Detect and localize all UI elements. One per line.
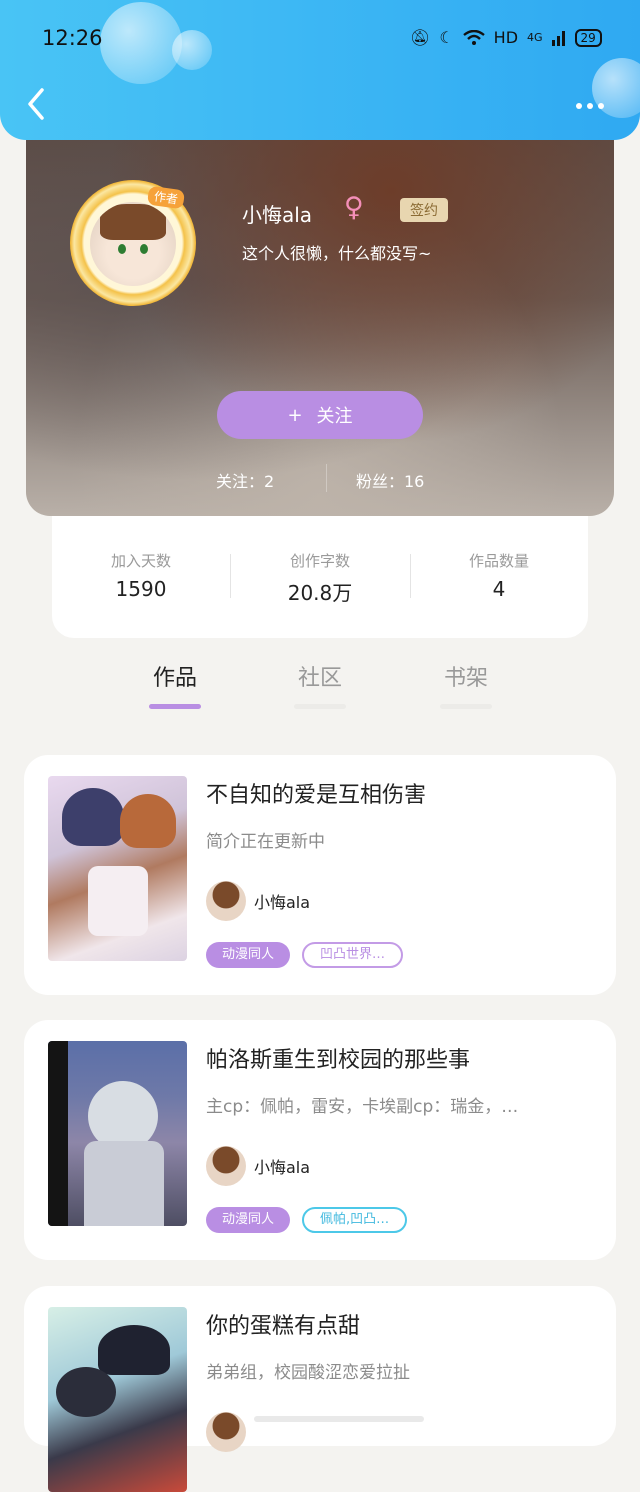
decor-bubble <box>172 30 212 70</box>
work-card[interactable]: 你的蛋糕有点甜 弟弟组，校园酸涩恋爱拉扯 <box>24 1286 616 1492</box>
tag-list: 动漫同人 凹凸世界… <box>206 942 404 968</box>
decor-bubble <box>100 2 182 84</box>
tag-keyword[interactable]: 凹凸世界… <box>302 942 404 968</box>
follow-label: 关注 <box>316 406 353 427</box>
tab-label: 书架 <box>443 666 488 691</box>
loading-placeholder <box>254 1416 424 1422</box>
username: 小悔ala <box>242 203 313 227</box>
avatar <box>206 1146 246 1186</box>
back-button[interactable] <box>22 84 54 124</box>
plus-icon: + <box>287 404 303 426</box>
tab-label: 社区 <box>297 666 342 691</box>
tag-list: 动漫同人 佩帕,凹凸… <box>206 1207 408 1233</box>
author-name: 小悔ala <box>254 893 311 912</box>
work-title: 帕洛斯重生到校园的那些事 <box>206 1048 471 1073</box>
work-cover-image <box>48 1307 187 1492</box>
work-author[interactable]: 小悔ala <box>206 1146 310 1186</box>
avatar-illustration <box>90 202 176 286</box>
tab-label: 作品 <box>152 666 197 691</box>
tag-keyword[interactable]: 佩帕,凹凸… <box>302 1207 408 1233</box>
avatar <box>206 1412 246 1452</box>
tab-works[interactable]: 作品 <box>125 660 225 709</box>
more-dots-icon <box>576 103 582 109</box>
moon-icon: ☾ <box>439 28 454 47</box>
top-header: 12:26 🔕︎ ☾ HD 4G 29 <box>0 0 640 140</box>
stat-value: 4 <box>492 577 506 601</box>
stat-join-days: 加入天数 1590 <box>52 550 230 601</box>
status-time: 12:26 <box>42 26 103 50</box>
stat-word-count: 创作字数 20.8万 <box>231 550 409 606</box>
stat-label: 加入天数 <box>110 552 171 570</box>
stat-work-count: 作品数量 4 <box>410 550 588 601</box>
bio-text: 这个人很懒，什么都没写~ <box>242 244 432 263</box>
tab-indicator <box>149 704 201 709</box>
network-hd: HD <box>493 28 519 47</box>
divider <box>326 464 327 492</box>
signal-label: 4G <box>527 31 543 44</box>
mute-bell-icon: 🔕︎ <box>410 28 431 47</box>
work-description: 弟弟组，校园酸涩恋爱拉扯 <box>206 1363 410 1383</box>
tab-indicator <box>440 704 492 709</box>
fans-count[interactable]: 粉丝：16 <box>356 468 424 492</box>
stat-label: 创作字数 <box>289 552 350 570</box>
tag-category[interactable]: 动漫同人 <box>206 1207 291 1233</box>
work-title: 你的蛋糕有点甜 <box>206 1314 361 1339</box>
tab-bookshelf[interactable]: 书架 <box>416 660 516 709</box>
chevron-left-icon <box>28 88 44 120</box>
author-avatar[interactable]: 作者 <box>70 180 196 306</box>
signed-badge: 签约 <box>400 198 448 222</box>
female-gender-icon: ♀ <box>344 192 364 223</box>
work-cover-image <box>48 1041 187 1226</box>
stat-value: 1590 <box>115 577 167 601</box>
following-count[interactable]: 关注：2 <box>216 468 274 492</box>
follow-button[interactable]: + 关注 <box>217 391 423 439</box>
stats-card: 加入天数 1590 创作字数 20.8万 作品数量 4 <box>52 516 588 638</box>
stat-label: 作品数量 <box>468 552 529 570</box>
author-name: 小悔ala <box>254 1158 311 1177</box>
work-card[interactable]: 不自知的爱是互相伤害 简介正在更新中 小悔ala 动漫同人 凹凸世界… <box>24 755 616 995</box>
work-cover-image <box>48 776 187 961</box>
stat-value: 20.8万 <box>287 581 353 605</box>
work-description: 简介正在更新中 <box>206 832 325 852</box>
tab-community[interactable]: 社区 <box>270 660 370 709</box>
work-card[interactable]: 帕洛斯重生到校园的那些事 主cp：佩帕，雷安，卡埃副cp：瑞金，… 小悔ala … <box>24 1020 616 1260</box>
signal-icon <box>551 30 565 46</box>
wifi-icon <box>462 29 485 45</box>
work-author[interactable]: 小悔ala <box>206 881 310 921</box>
battery-icon: 29 <box>574 28 602 47</box>
profile-card: 作者 小悔ala ♀ 签约 这个人很懒，什么都没写~ + 关注 关注：2 粉丝：… <box>26 120 614 516</box>
tag-category[interactable]: 动漫同人 <box>206 942 291 968</box>
tab-indicator <box>294 704 346 709</box>
status-icons: 🔕︎ ☾ HD 4G 29 <box>410 28 602 47</box>
work-description: 主cp：佩帕，雷安，卡埃副cp：瑞金，… <box>206 1097 519 1117</box>
more-options-button[interactable] <box>576 92 616 120</box>
work-title: 不自知的爱是互相伤害 <box>206 783 427 808</box>
avatar <box>206 881 246 921</box>
